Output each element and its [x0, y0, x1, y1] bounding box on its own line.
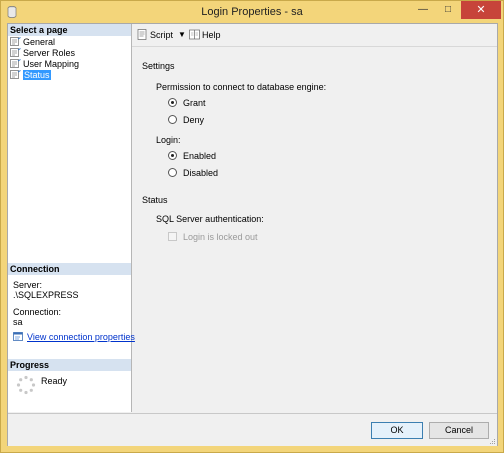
- ok-button[interactable]: OK: [371, 422, 423, 439]
- login-properties-window: Login Properties - sa — □ ✕ Select a pag…: [0, 0, 504, 453]
- script-icon: [137, 29, 147, 40]
- progress-status: Ready: [41, 376, 68, 386]
- dialog-client-area: Select a page General Server Roles User …: [7, 23, 498, 446]
- locked-out-checkbox[interactable]: [168, 232, 177, 241]
- page-item-label: Status: [23, 70, 51, 80]
- page-icon: [10, 70, 21, 79]
- close-button[interactable]: ✕: [461, 1, 501, 19]
- status-header: Status: [142, 195, 168, 205]
- right-panel: Script ▼ Help Settings Permission to con…: [132, 24, 497, 412]
- script-label: Script: [150, 30, 174, 40]
- progress-header: Progress: [8, 359, 131, 371]
- connection-value: sa: [13, 317, 23, 327]
- left-panel: Select a page General Server Roles User …: [8, 24, 135, 412]
- enabled-label: Enabled: [183, 151, 217, 161]
- disabled-label: Disabled: [183, 168, 219, 178]
- page-item-label: Server Roles: [23, 48, 76, 58]
- minimize-button[interactable]: —: [411, 1, 435, 19]
- help-label: Help: [202, 30, 221, 40]
- disabled-radio[interactable]: [168, 168, 177, 177]
- settings-header: Settings: [142, 61, 175, 71]
- page-icon: [10, 59, 21, 68]
- page-item-user-mapping[interactable]: User Mapping: [10, 59, 79, 70]
- server-value: .\SQLEXPRESS: [13, 290, 79, 300]
- script-dropdown-arrow[interactable]: ▼: [178, 29, 186, 41]
- sql-auth-label: SQL Server authentication:: [156, 214, 264, 224]
- view-connection-properties-link[interactable]: View connection properties: [27, 332, 135, 342]
- login-label: Login:: [156, 135, 181, 145]
- title-bar[interactable]: Login Properties - sa — □ ✕: [1, 1, 503, 23]
- toolbar: Script ▼ Help: [132, 24, 497, 47]
- page-item-general[interactable]: General: [10, 37, 55, 48]
- properties-icon: [13, 332, 23, 341]
- page-item-label: User Mapping: [23, 59, 80, 69]
- deny-radio[interactable]: [168, 115, 177, 124]
- permission-label: Permission to connect to database engine…: [156, 82, 327, 92]
- progress-spinner-icon: [16, 375, 36, 395]
- dialog-footer: OK Cancel: [8, 413, 497, 446]
- page-icon: [10, 48, 21, 57]
- enabled-radio[interactable]: [168, 151, 177, 160]
- resize-grip-icon[interactable]: [488, 437, 496, 445]
- deny-label: Deny: [183, 115, 205, 125]
- maximize-button[interactable]: □: [436, 1, 460, 19]
- select-page-header: Select a page: [8, 24, 131, 36]
- help-icon: [189, 29, 200, 40]
- script-button[interactable]: Script: [137, 29, 173, 41]
- connection-label: Connection:: [13, 307, 62, 317]
- page-item-status[interactable]: Status: [10, 70, 51, 81]
- server-label: Server:: [13, 280, 43, 290]
- grant-radio[interactable]: [168, 98, 177, 107]
- page-item-server-roles[interactable]: Server Roles: [10, 48, 75, 59]
- page-item-label: General: [23, 37, 56, 47]
- locked-out-label: Login is locked out: [183, 232, 258, 242]
- cancel-button[interactable]: Cancel: [429, 422, 489, 439]
- view-connection-properties[interactable]: View connection properties: [13, 332, 135, 342]
- grant-label: Grant: [183, 98, 206, 108]
- connection-header: Connection: [8, 263, 131, 275]
- page-icon: [10, 37, 21, 46]
- help-button[interactable]: Help: [189, 29, 221, 41]
